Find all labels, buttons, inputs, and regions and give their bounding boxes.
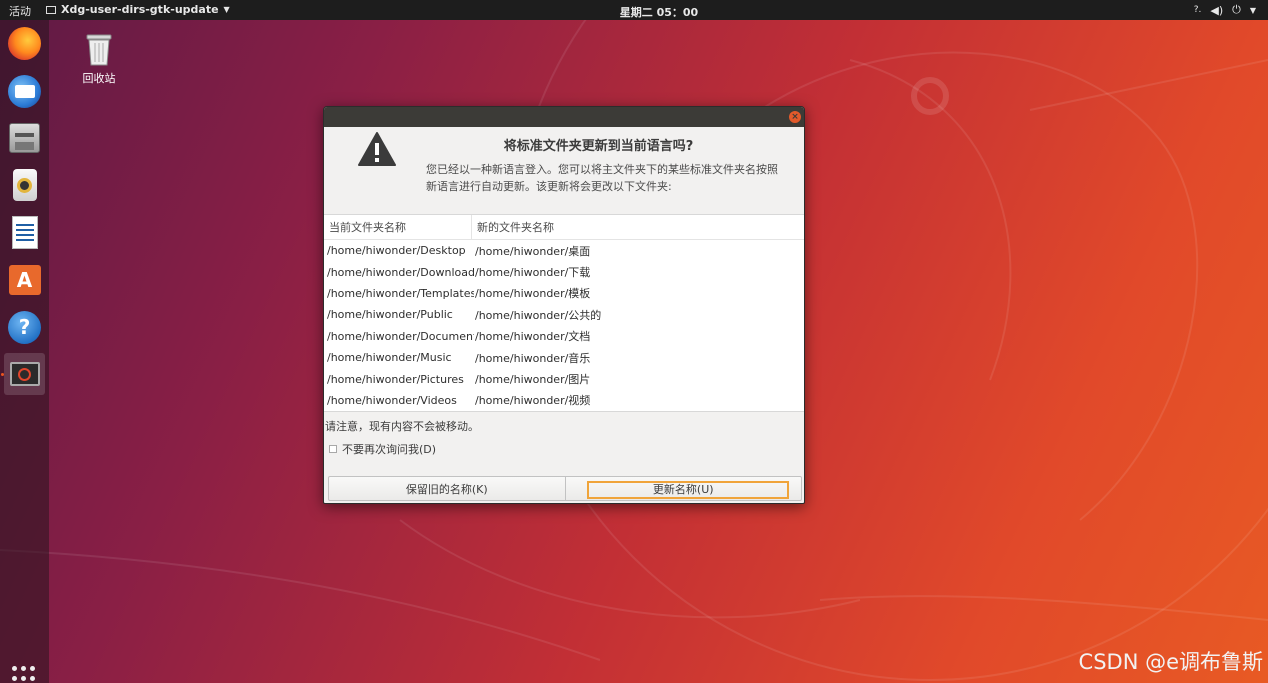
dock-thunderbird[interactable] (4, 70, 45, 112)
new-folder-cell: /home/hiwonder/下载 (475, 266, 591, 280)
dock-help[interactable]: ? (4, 306, 45, 348)
current-folder-cell: /home/hiwonder/Videos (327, 393, 457, 407)
current-folder-cell: /home/hiwonder/Public (327, 308, 453, 322)
dock-firefox[interactable] (4, 22, 45, 64)
top-bar: 活动 Xdg-user-dirs-gtk-update ▼ 星期二 05：00 … (0, 0, 1268, 20)
update-names-button[interactable]: 更新名称(U) (566, 477, 802, 500)
power-icon: ⏻ (1232, 3, 1241, 16)
dialog-message-line2: 新语言进行自动更新。该更新将会更改以下文件夹: (426, 180, 672, 193)
new-folder-cell: /home/hiwonder/音乐 (475, 351, 591, 365)
dont-ask-label: 不要再次询问我(D) (342, 443, 437, 456)
current-folder-cell: /home/hiwonder/Pictures (327, 372, 464, 386)
table-row[interactable]: /home/hiwonder/Pictures /home/hiwonder/图… (324, 368, 804, 389)
dialog-title: 将标准文件夹更新到当前语言吗? (503, 139, 694, 154)
column-header-current[interactable]: 当前文件夹名称 (324, 215, 472, 240)
clock[interactable]: 星期二 05：00 (0, 4, 1268, 20)
desktop-trash[interactable]: 回收站 (76, 33, 122, 86)
note-text: 请注意，现有内容不会被移动。 (325, 420, 479, 433)
rhythmbox-icon (12, 169, 37, 201)
dont-ask-checkbox-row[interactable]: 不要再次询问我(D) (329, 441, 436, 457)
dock-writer[interactable] (4, 211, 45, 253)
firefox-icon (8, 26, 41, 60)
table-row[interactable]: /home/hiwonder/Music /home/hiwonder/音乐 (324, 347, 804, 368)
folders-table[interactable]: 当前文件夹名称 新的文件夹名称 /home/hiwonder/Desktop /… (324, 214, 804, 412)
files-icon (9, 123, 40, 153)
system-tray[interactable]: ?. ◀) ⏻ ▼ (1194, 3, 1256, 17)
table-row[interactable]: /home/hiwonder/Documents /home/hiwonder/… (324, 326, 804, 347)
dialog-button-bar: 保留旧的名称(K) 更新名称(U) (328, 476, 802, 501)
dock-update-app[interactable] (4, 353, 45, 395)
terminal-icon (9, 362, 40, 386)
dialog-message-line1: 您已经以一种新语言登入。您可以将主文件夹下的某些标准文件夹名按照 (426, 163, 778, 176)
table-row[interactable]: /home/hiwonder/Videos /home/hiwonder/视频 (324, 390, 804, 411)
new-folder-cell: /home/hiwonder/模板 (475, 287, 591, 301)
dont-ask-checkbox[interactable] (329, 445, 337, 453)
table-row[interactable]: /home/hiwonder/Public /home/hiwonder/公共的 (324, 304, 804, 325)
trash-label: 回收站 (82, 72, 116, 85)
help-icon: ? (8, 310, 41, 344)
current-folder-cell: /home/hiwonder/Templates (327, 286, 474, 300)
column-header-new[interactable]: 新的文件夹名称 (472, 215, 554, 240)
network-icon: ?. (1193, 5, 1202, 15)
trash-icon (85, 33, 113, 67)
current-folder-cell: /home/hiwonder/Documents (327, 329, 474, 343)
caret-down-icon: ▼ (1249, 5, 1256, 15)
dialog-titlebar[interactable]: × (324, 107, 804, 127)
table-header: 当前文件夹名称 新的文件夹名称 (324, 215, 804, 240)
dialog-message: 您已经以一种新语言登入。您可以将主文件夹下的某些标准文件夹名按照 新语言进行自动… (426, 161, 786, 195)
show-applications-button[interactable] (12, 666, 37, 683)
current-folder-cell: /home/hiwonder/Downloads (327, 265, 474, 279)
new-folder-cell: /home/hiwonder/桌面 (475, 244, 591, 258)
thunderbird-icon (8, 74, 41, 108)
current-folder-cell: /home/hiwonder/Desktop (327, 244, 466, 258)
watermark: CSDN @e调布鲁斯 (1078, 650, 1263, 674)
dock-files[interactable] (4, 117, 45, 159)
dock: A ? (0, 20, 49, 683)
close-icon[interactable]: × (789, 111, 801, 123)
table-row[interactable]: /home/hiwonder/Desktop /home/hiwonder/桌面 (324, 240, 804, 261)
new-folder-cell: /home/hiwonder/图片 (475, 373, 591, 387)
update-folders-dialog: × 将标准文件夹更新到当前语言吗? 您已经以一种新语言登入。您可以将主文件夹下的… (323, 106, 805, 504)
dock-software[interactable]: A (4, 259, 45, 301)
warning-icon (358, 132, 396, 166)
libreoffice-writer-icon (11, 215, 38, 249)
dock-rhythmbox[interactable] (4, 164, 45, 206)
volume-icon: ◀) (1210, 3, 1224, 17)
table-row[interactable]: /home/hiwonder/Templates /home/hiwonder/… (324, 283, 804, 304)
new-folder-cell: /home/hiwonder/公共的 (475, 308, 602, 322)
keep-old-names-label: 保留旧的名称(K) (405, 482, 488, 496)
software-center-icon: A (8, 265, 41, 295)
table-row[interactable]: /home/hiwonder/Downloads /home/hiwonder/… (324, 261, 804, 282)
new-folder-cell: /home/hiwonder/视频 (475, 394, 591, 408)
current-folder-cell: /home/hiwonder/Music (327, 351, 452, 365)
keep-old-names-button[interactable]: 保留旧的名称(K) (329, 477, 566, 500)
new-folder-cell: /home/hiwonder/文档 (475, 330, 591, 344)
update-names-label: 更新名称(U) (652, 482, 714, 496)
